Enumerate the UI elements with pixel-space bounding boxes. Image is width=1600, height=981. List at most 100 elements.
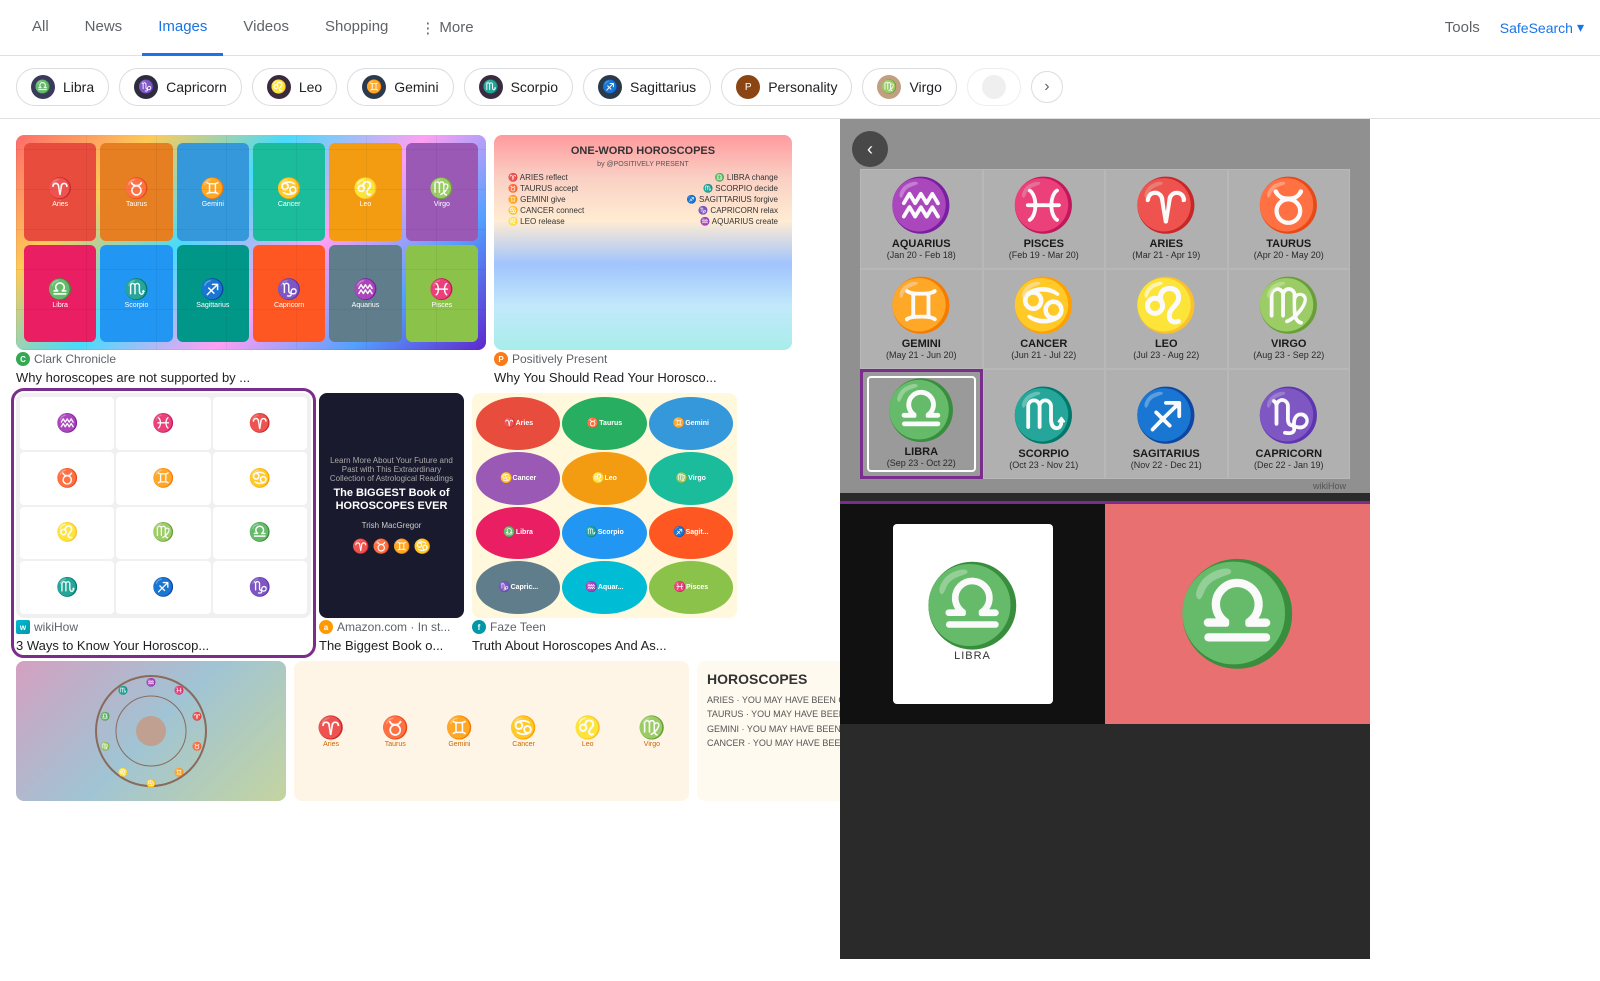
result-amazon[interactable]: Learn More About Your Future and Past wi… (319, 393, 464, 653)
bottom-panel-red[interactable]: ♎ (1105, 504, 1370, 724)
result-title-amazon: The Biggest Book o... (319, 638, 464, 653)
result-clark-chronicle[interactable]: ♈ Aries ♉ Taurus ♊ Gemini ♋ (16, 135, 486, 385)
chip-label-personality: Personality (768, 79, 837, 95)
result-title-clark: Why horoscopes are not supported by ... (16, 370, 486, 385)
result-orange-zodiac[interactable]: ♈ Aries ♉ Taurus ♊ Gemini ♋ (294, 661, 689, 801)
one-word-row-4: ♌ LEO release ♒ AQUARIUS create (504, 216, 782, 227)
symbol-libra-s: ♎ (213, 507, 307, 560)
filter-chip-personality[interactable]: P Personality (721, 68, 852, 106)
one-word-row-1: ♉ TAURUS accept ♏ SCORPIO decide (504, 183, 782, 194)
filter-next-button[interactable]: › (1031, 71, 1063, 103)
filter-chip-virgo[interactable]: ♍ Virgo (862, 68, 956, 106)
taurus-dates: (Apr 20 - May 20) (1254, 250, 1324, 260)
filter-chip-partial[interactable] (967, 68, 1021, 106)
image-row-2: ♒ ♓ ♈ ♉ ♊ ♋ ♌ ♍ ♎ ♏ ♐ ♑ w wikiHow 3 (16, 393, 824, 653)
virgo-name: VIRGO (1271, 338, 1306, 350)
symbol-leo-s: ♌ (20, 507, 114, 560)
symbol-gemini-s: ♊ (116, 452, 210, 505)
nav-videos[interactable]: Videos (227, 0, 305, 56)
source-faze: f Faze Teen (472, 620, 737, 634)
libra-symbol-red-panel: ♎ (1175, 564, 1300, 664)
zodiac-aquarius: ♒ AQUARIUS (Jan 20 - Feb 18) (860, 169, 983, 269)
result-faze[interactable]: ♈Aries ♉Taurus ♊Gemini ♋Cancer ♌Leo ♍Vir… (472, 393, 737, 653)
source-label-wikihow: wikiHow (34, 620, 78, 634)
book-title-text: The BIGGEST Book of HOROSCOPES EVER (327, 487, 456, 513)
source-label-positively: Positively Present (512, 352, 607, 366)
svg-text:♏: ♏ (118, 685, 128, 695)
zodiac-libra-selected[interactable]: ♎ LIBRA (Sep 23 - Oct 22) (860, 369, 983, 479)
aries-name: ARIES (1149, 238, 1183, 250)
scorpio-dates: (Oct 23 - Nov 21) (1009, 460, 1078, 470)
filter-chip-leo[interactable]: ♌ Leo (252, 68, 337, 106)
source-amazon: a Amazon.com · In st... (319, 620, 464, 634)
chip-icon-virgo: ♍ (877, 75, 901, 99)
symbol-scorpio-s: ♏ (20, 561, 114, 614)
source-wikihow: w wikiHow (16, 620, 311, 634)
gemini-symbol: ♊ (889, 280, 954, 332)
chevron-right-icon: › (1044, 78, 1049, 96)
pisces-name: PISCES (1024, 238, 1064, 250)
result-wikihow[interactable]: ♒ ♓ ♈ ♉ ♊ ♋ ♌ ♍ ♎ ♏ ♐ ♑ w wikiHow 3 (16, 393, 311, 653)
wikihow-watermark: wikiHow (860, 479, 1350, 493)
chip-icon-personality: P (736, 75, 760, 99)
chip-icon-capricorn: ♑ (134, 75, 158, 99)
chip-label-sagittarius: Sagittarius (630, 79, 696, 95)
book-subtitle: Learn More About Your Future and Past wi… (327, 456, 456, 483)
one-word-title: ONE-WORD HOROSCOPES (571, 145, 715, 157)
bottom-panel-black[interactable]: ♎ LIBRA (840, 504, 1105, 724)
svg-text:♉: ♉ (192, 741, 202, 751)
one-word-subtitle: by @POSITIVELY PRESENT (597, 161, 689, 168)
results-left: ♈ Aries ♉ Taurus ♊ Gemini ♋ (0, 119, 840, 959)
results-right-panel: ‹ ♒ AQUARIUS (Jan 20 - Feb 18) ♓ PISCES … (840, 119, 1370, 959)
nav-more[interactable]: ⋮ More (408, 11, 485, 45)
chip-label-leo: Leo (299, 79, 322, 95)
pisces-symbol: ♓ (1011, 180, 1076, 232)
top-navigation: All News Images Videos Shopping ⋮ More T… (0, 0, 1600, 56)
result-zodiac-wheel[interactable]: ♒ ♓ ♈ ♉ ♊ ♋ ♌ ♍ ♎ ♏ (16, 661, 286, 801)
result-positively-present[interactable]: ONE-WORD HOROSCOPES by @POSITIVELY PRESE… (494, 135, 792, 385)
svg-text:♓: ♓ (174, 685, 184, 695)
aries-dates: (Mar 21 - Apr 19) (1132, 250, 1200, 260)
symbol-cancer-s: ♋ (213, 452, 307, 505)
filter-chip-sagittarius[interactable]: ♐ Sagittarius (583, 68, 711, 106)
source-label-amazon: Amazon.com · In st... (337, 620, 450, 634)
symbol-aquarius: ♒ (20, 397, 114, 450)
back-button[interactable]: ‹ (852, 131, 888, 167)
symbol-virgo-s: ♍ (116, 507, 210, 560)
result-title-wikihow: 3 Ways to Know Your Horoscop... (16, 638, 311, 653)
chip-label-gemini: Gemini (394, 79, 438, 95)
symbol-aries: ♈ (213, 397, 307, 450)
gemini-name: GEMINI (902, 338, 941, 350)
more-dots-icon: ⋮ (420, 19, 435, 37)
result-title-faze: Truth About Horoscopes And As... (472, 638, 737, 653)
pisces-dates: (Feb 19 - Mar 20) (1009, 250, 1079, 260)
image-row-1: ♈ Aries ♉ Taurus ♊ Gemini ♋ (16, 135, 824, 385)
filter-chip-libra[interactable]: ♎ Libra (16, 68, 109, 106)
libra-symbol-white-card: ♎ (923, 566, 1023, 646)
safesearch-label: SafeSearch (1500, 20, 1573, 36)
nav-all[interactable]: All (16, 0, 65, 56)
chip-icon-leo: ♌ (267, 75, 291, 99)
filter-chip-scorpio[interactable]: ♏ Scorpio (464, 68, 573, 106)
safesearch-chevron-icon: ▾ (1577, 19, 1584, 36)
cancer-dates: (Jun 21 - Jul 22) (1011, 350, 1076, 360)
capricorn-symbol: ♑ (1256, 390, 1321, 442)
chip-icon-gemini: ♊ (362, 75, 386, 99)
tools-button[interactable]: Tools (1429, 11, 1496, 44)
svg-text:♎: ♎ (100, 711, 110, 721)
source-positively: P Positively Present (494, 352, 792, 366)
taurus-symbol: ♉ (1256, 180, 1321, 232)
safesearch-button[interactable]: SafeSearch ▾ (1500, 19, 1584, 36)
one-word-row-2: ♊ GEMINI give ♐ SAGITTARIUS forgive (504, 194, 782, 205)
nav-shopping[interactable]: Shopping (309, 0, 404, 56)
nav-news[interactable]: News (69, 0, 139, 56)
nav-images[interactable]: Images (142, 0, 223, 56)
source-icon-clark: C (16, 352, 30, 366)
chip-label-capricorn: Capricorn (166, 79, 227, 95)
filter-chip-gemini[interactable]: ♊ Gemini (347, 68, 453, 106)
chip-label-scorpio: Scorpio (511, 79, 558, 95)
zodiac-sagittarius: ♐ SAGITARIUS (Nov 22 - Dec 21) (1105, 369, 1228, 479)
cancer-symbol: ♋ (1011, 280, 1076, 332)
chip-label-libra: Libra (63, 79, 94, 95)
filter-chip-capricorn[interactable]: ♑ Capricorn (119, 68, 242, 106)
